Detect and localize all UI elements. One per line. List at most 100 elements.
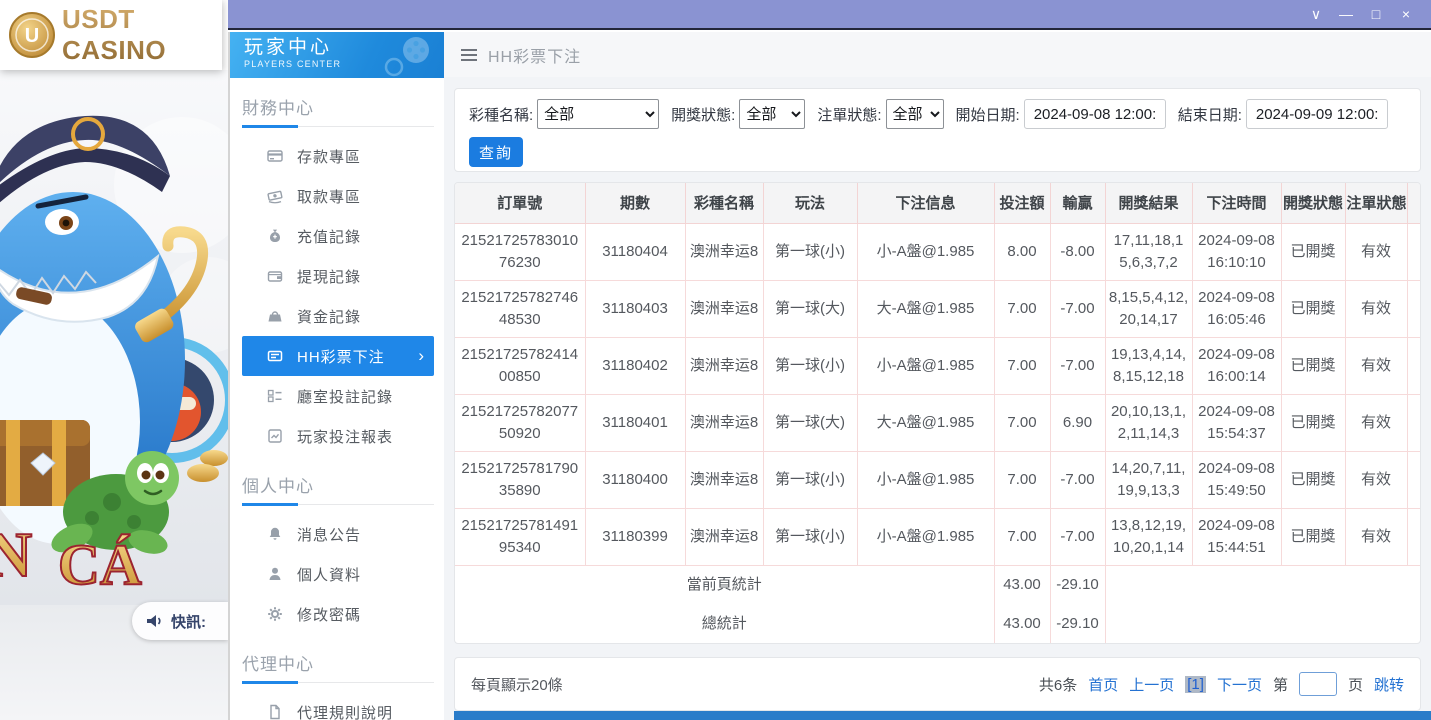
usdt-coin-logo-icon: U <box>8 11 56 59</box>
speaker-icon <box>146 613 164 629</box>
sidebar: 玩家中心 PLAYERS CENTER 財務中心存款專區取款專區充值記錄提現記錄… <box>228 32 444 720</box>
bets-table-card: 訂單號期數彩種名稱玩法下注信息投注額輸贏開獎結果下注時間開獎狀態注單狀態 215… <box>454 182 1421 644</box>
maximize-icon[interactable]: □ <box>1365 0 1387 28</box>
page-jump-input[interactable] <box>1299 672 1337 696</box>
minimize-icon[interactable]: — <box>1335 0 1357 28</box>
table-cell: 第一球(小) <box>763 223 857 280</box>
sidebar-item-agent-rules[interactable]: 代理規則說明 <box>230 692 444 720</box>
lottery-name-label: 彩種名稱: <box>469 104 533 125</box>
table-cell: 17,11,18,15,6,3,7,2 <box>1105 223 1192 280</box>
sidebar-item-label: 廳室投註記錄 <box>297 386 393 407</box>
table-cell: 2152172578241400850 <box>455 337 585 394</box>
sidebar-item-change-password[interactable]: 修改密碼 <box>230 594 444 634</box>
table-cell: 8,15,5,4,12,20,14,17 <box>1105 280 1192 337</box>
sidebar-item-withdraw[interactable]: 取款專區 <box>230 176 444 216</box>
table-cell: 2152172578149195340 <box>455 508 585 565</box>
table-cell: 第一球(小) <box>763 451 857 508</box>
screen: N CÁ U USDT CASINO 快訊: <box>0 0 1431 720</box>
next-page-link[interactable]: 下一页 <box>1217 674 1262 695</box>
window-menu-icon[interactable]: ∨ <box>1305 0 1327 28</box>
page-size-text: 每頁顯示20條 <box>471 674 563 695</box>
sidebar-item-withdraw-record[interactable]: 提現記錄 <box>230 256 444 296</box>
promo-letters-ca: CÁ <box>58 532 142 597</box>
user-icon <box>267 566 283 582</box>
section-divider <box>242 681 434 684</box>
jump-go-link[interactable]: 跳转 <box>1374 674 1404 695</box>
table-row: 215217257820775092031180401澳洲幸运8第一球(大)大-… <box>455 394 1421 451</box>
table-cell: 已開獎 <box>1281 280 1345 337</box>
column-header: 開獎結果 <box>1105 183 1192 223</box>
filter-panel: 彩種名稱: 全部 開獎狀態: 全部 注單狀態: <box>454 88 1421 172</box>
table-cell: 小-A盤@1.985 <box>857 508 994 565</box>
window-titlebar: ∨ — □ × <box>228 0 1431 30</box>
gear-icon <box>267 606 283 622</box>
sidebar-item-label: 代理規則說明 <box>297 702 393 720</box>
table-cell: 20,10,13,1,2,11,14,3 <box>1105 394 1192 451</box>
close-icon[interactable]: × <box>1395 0 1417 28</box>
start-date-label: 開始日期: <box>956 104 1020 125</box>
table-cell: 2024-09-08 16:05:46 <box>1192 280 1281 337</box>
table-cell: 澳洲幸运8 <box>685 508 763 565</box>
start-date-input[interactable] <box>1024 99 1166 129</box>
sidebar-header: 玩家中心 PLAYERS CENTER <box>230 32 444 78</box>
sidebar-section-title: 個人中心 <box>242 472 432 497</box>
sidebar-item-announcements[interactable]: 消息公告 <box>230 514 444 554</box>
table-cell: 19,13,4,14,8,15,12,18 <box>1105 337 1192 394</box>
bottom-accent-strip <box>454 711 1431 720</box>
end-date-input[interactable] <box>1246 99 1388 129</box>
current-page[interactable]: [1] <box>1185 676 1206 693</box>
table-cell: 第一球(大) <box>763 280 857 337</box>
ticker-label: 快訊: <box>171 611 206 632</box>
column-header: 注單狀態 <box>1345 183 1407 223</box>
sidebar-item-funds-record[interactable]: 資金記錄 <box>230 296 444 336</box>
column-header: 下注信息 <box>857 183 994 223</box>
column-header: 投注額 <box>994 183 1050 223</box>
table-header-row: 訂單號期數彩種名稱玩法下注信息投注額輸贏開獎結果下注時間開獎狀態注單狀態 <box>455 183 1421 223</box>
table-cell: 7.00 <box>994 508 1050 565</box>
gamepad-icon <box>376 35 438 77</box>
table-cell: 14,20,7,11,19,9,13,3 <box>1105 451 1192 508</box>
document-icon <box>267 704 283 720</box>
end-date-label: 結束日期: <box>1178 104 1242 125</box>
news-ticker[interactable]: 快訊: <box>132 602 228 640</box>
table-cell: 2024-09-08 15:44:51 <box>1192 508 1281 565</box>
jump-label-after: 页 <box>1348 674 1363 695</box>
table-cell: 有效 <box>1345 508 1407 565</box>
table-cell: 2024-09-08 16:00:14 <box>1192 337 1281 394</box>
table-cell: 已開獎 <box>1281 337 1345 394</box>
page-title: HH彩票下注 <box>488 43 581 67</box>
sidebar-item-recharge-record[interactable]: 充值記錄 <box>230 216 444 256</box>
moneybag-icon <box>267 228 283 244</box>
column-header: 期數 <box>585 183 685 223</box>
order-status-select[interactable]: 全部 <box>886 99 944 129</box>
table-cell: 已開獎 <box>1281 223 1345 280</box>
prev-page-link[interactable]: 上一页 <box>1129 674 1174 695</box>
table-cell: 2024-09-08 15:54:37 <box>1192 394 1281 451</box>
table-cell-stub <box>1407 337 1421 394</box>
draw-status-select[interactable]: 全部 <box>739 99 805 129</box>
hamburger-menu-icon[interactable] <box>460 48 478 62</box>
search-button[interactable]: 查詢 <box>469 137 523 167</box>
sidebar-item-profile[interactable]: 個人資料 <box>230 554 444 594</box>
column-header: 輸贏 <box>1050 183 1105 223</box>
section-divider <box>242 503 434 506</box>
sidebar-item-player-bet-report[interactable]: 玩家投注報表 <box>230 416 444 456</box>
table-cell: 大-A盤@1.985 <box>857 280 994 337</box>
bets-table: 訂單號期數彩種名稱玩法下注信息投注額輸贏開獎結果下注時間開獎狀態注單狀態 215… <box>455 183 1421 643</box>
table-cell: 2152172578207750920 <box>455 394 585 451</box>
summary-row: 當前頁統計43.00-29.10 <box>455 565 1421 604</box>
lottery-name-select[interactable]: 全部 <box>537 99 659 129</box>
table-cell: 6.90 <box>1050 394 1105 451</box>
wallet-icon <box>267 268 283 284</box>
sidebar-item-deposit[interactable]: 存款專區 <box>230 136 444 176</box>
sidebar-item-hh-lottery-bets[interactable]: HH彩票下注› <box>242 336 434 376</box>
section-divider <box>242 125 434 128</box>
brand-header: U USDT CASINO <box>0 0 222 70</box>
deposit-card-icon <box>267 148 283 164</box>
table-cell: 13,8,12,19,10,20,1,14 <box>1105 508 1192 565</box>
first-page-link[interactable]: 首页 <box>1088 674 1118 695</box>
table-cell: -7.00 <box>1050 451 1105 508</box>
promo-letter-n: N <box>0 519 32 590</box>
table-cell: 2024-09-08 16:10:10 <box>1192 223 1281 280</box>
sidebar-item-hall-bet-record[interactable]: 廳室投註記錄 <box>230 376 444 416</box>
